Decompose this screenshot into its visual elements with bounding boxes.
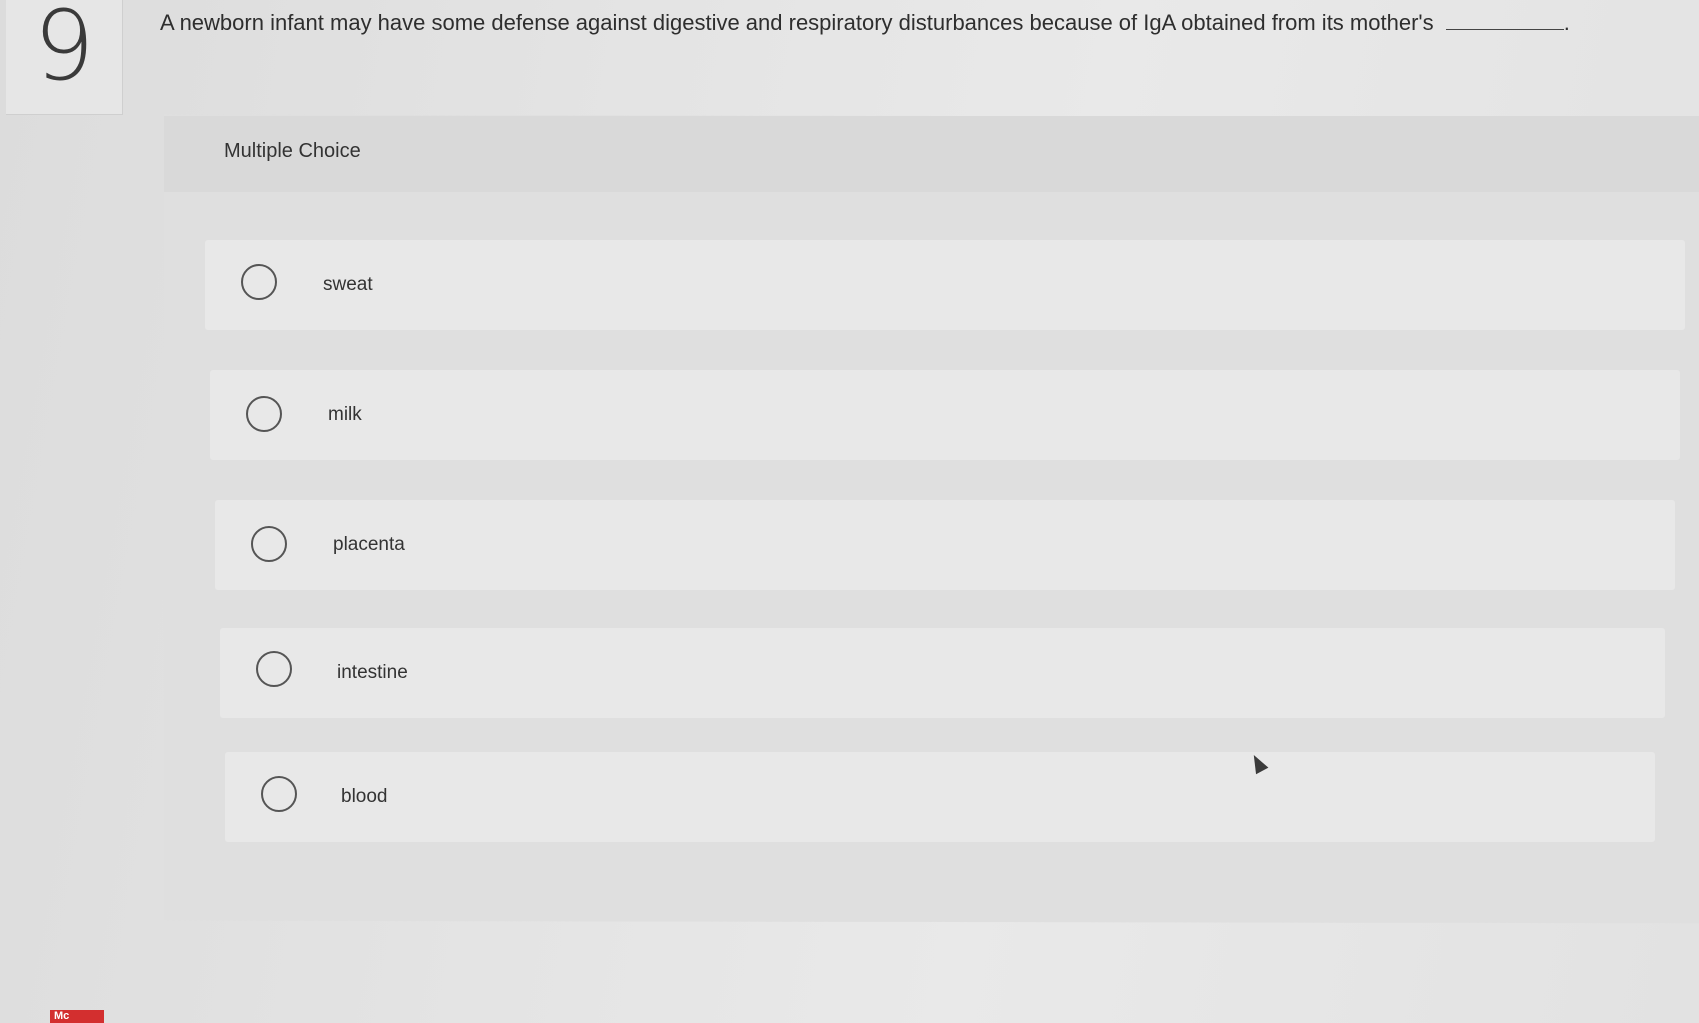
mcgraw-hill-logo: Mc xyxy=(50,1010,104,1023)
radio-button-icon[interactable] xyxy=(246,396,282,432)
option-milk[interactable]: milk xyxy=(210,370,1680,460)
answer-blank xyxy=(1445,29,1564,30)
question-text-container: A newborn infant may have some defense a… xyxy=(160,10,1570,36)
multiple-choice-label: Multiple Choice xyxy=(224,140,361,162)
option-label: blood xyxy=(341,786,388,807)
radio-button-icon[interactable] xyxy=(256,651,292,687)
question-number-box: 9 xyxy=(6,0,123,115)
radio-button-icon[interactable] xyxy=(241,264,277,300)
option-label: milk xyxy=(328,404,362,425)
option-intestine[interactable]: intestine xyxy=(220,628,1665,718)
question-number: 9 xyxy=(33,0,95,102)
multiple-choice-header xyxy=(164,116,1699,192)
option-sweat[interactable]: sweat xyxy=(205,240,1685,330)
question-text: A newborn infant may have some defense a… xyxy=(160,10,1434,35)
option-blood[interactable]: blood xyxy=(225,752,1655,842)
question-end-punctuation: . xyxy=(1563,10,1570,35)
option-label: placenta xyxy=(333,534,405,555)
option-label: intestine xyxy=(337,662,408,683)
option-label: sweat xyxy=(323,274,373,295)
radio-button-icon[interactable] xyxy=(251,526,287,562)
option-placenta[interactable]: placenta xyxy=(215,500,1675,590)
radio-button-icon[interactable] xyxy=(261,776,297,812)
